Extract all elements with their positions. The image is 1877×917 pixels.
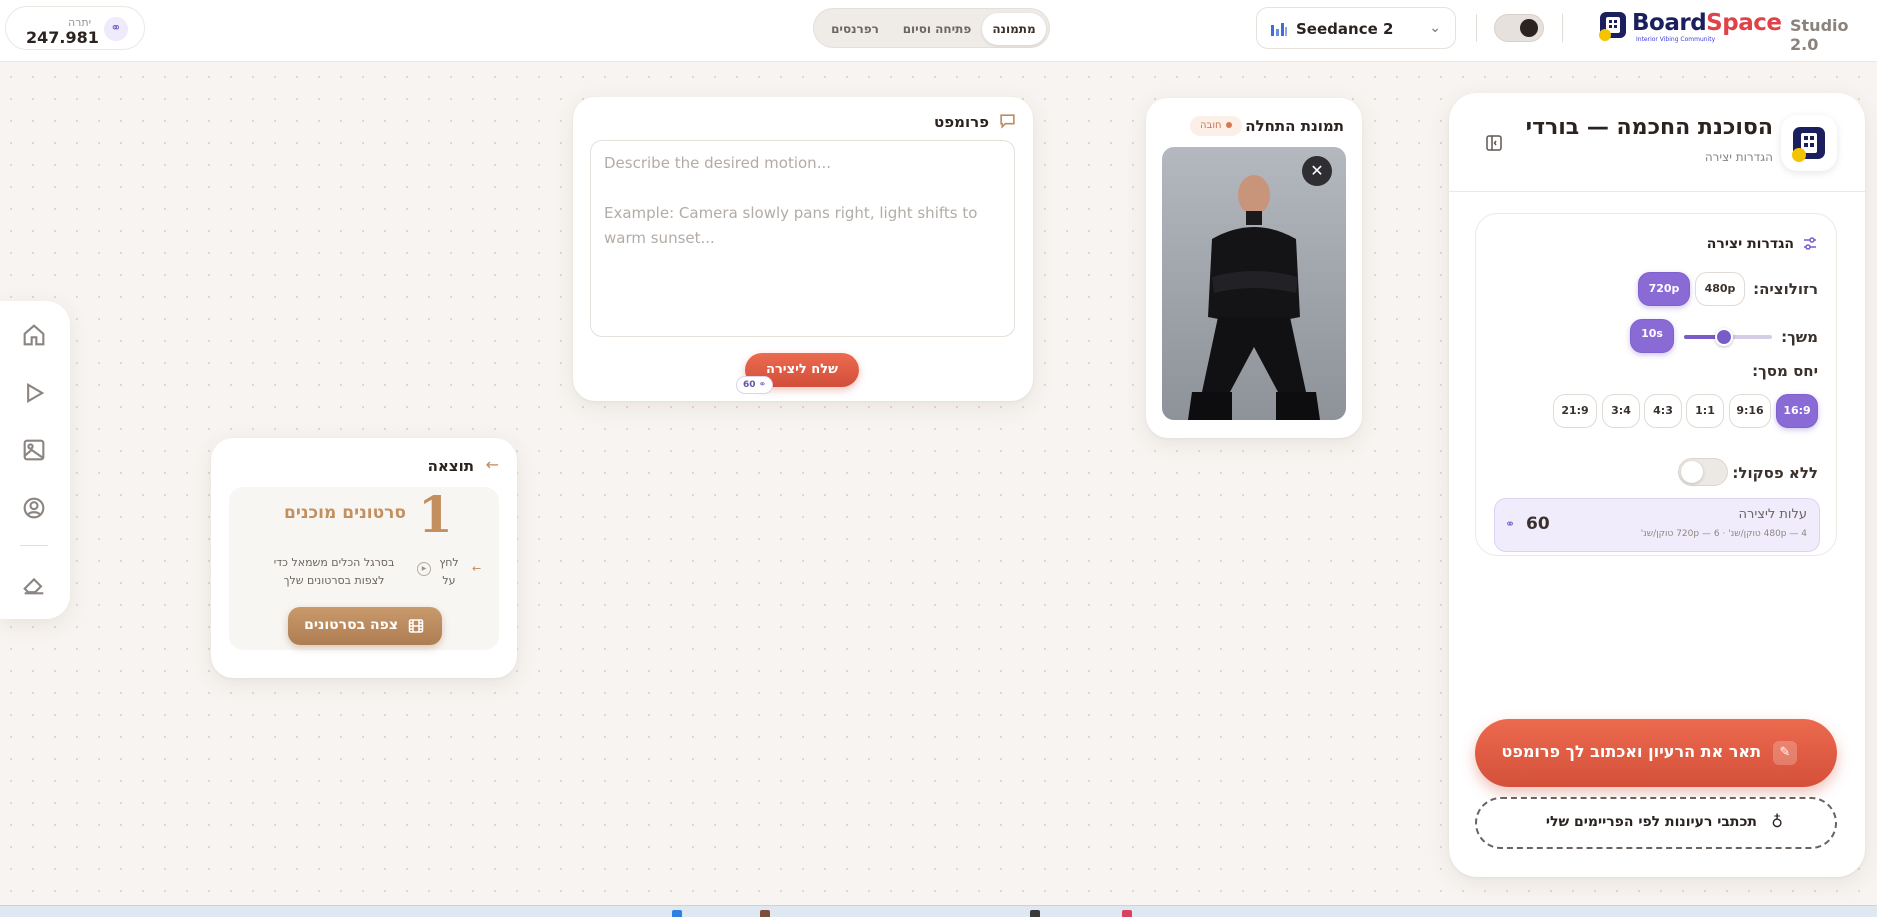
arrow-left-icon: ← (485, 455, 499, 474)
slider-handle[interactable] (1715, 328, 1733, 346)
image-icon[interactable] (20, 436, 48, 464)
duration-slider[interactable] (1684, 328, 1772, 346)
coins-icon: ⚭ (1505, 517, 1516, 531)
divider (1562, 14, 1563, 42)
home-icon[interactable] (20, 321, 48, 349)
aspect-option-21-9[interactable]: 21:9 (1553, 394, 1597, 428)
play-icon[interactable] (20, 379, 48, 407)
aspect-option-1-1[interactable]: 1:1 (1686, 394, 1724, 428)
send-cost-value: 60 (743, 380, 756, 390)
divider (1476, 14, 1477, 42)
pencil-icon: ✎ (1773, 741, 1797, 765)
prompt-card: פרומפט שלח ליצירה 60 ⚭ (573, 97, 1033, 401)
result-hint-toolbar: בסרגל הכלים משמאל כדי לצפות בסרטונים שלך (273, 556, 395, 587)
coins-icon: ⚭ (758, 380, 767, 390)
eraser-icon[interactable] (20, 570, 48, 598)
taskbar-app-icon[interactable] (1030, 910, 1040, 917)
send-cost-badge: 60 ⚭ (736, 376, 774, 394)
tool-rail (0, 301, 70, 619)
taskbar-app-icon[interactable] (760, 910, 770, 917)
result-hint-click: לחץ על (439, 556, 459, 587)
start-frame-title: תמונת התחלה (1245, 117, 1344, 135)
required-label: חובה (1200, 120, 1222, 131)
tab-from-image[interactable]: מתמונה (982, 13, 1046, 45)
ideas-from-frames-button[interactable]: תכתבי רעיונות לפי הפריימים שלי ♁ (1475, 797, 1837, 849)
remove-image-button[interactable]: ✕ (1302, 156, 1332, 186)
taskbar-app-icon[interactable] (672, 910, 682, 917)
model-select[interactable]: Seedance 2 ⌄ (1256, 7, 1456, 49)
generation-settings: הגדרות יצירה רזולוציה: 720p 480p משך: 10… (1475, 213, 1837, 556)
resolution-option-720p[interactable]: 720p (1638, 272, 1690, 306)
aspect-option-3-4[interactable]: 3:4 (1602, 394, 1640, 428)
user-icon[interactable] (20, 494, 48, 522)
rail-divider (20, 545, 48, 546)
boardspace-logo-icon (1792, 127, 1825, 162)
cost-label: עלות ליצירה (1738, 507, 1808, 522)
film-icon (408, 619, 424, 633)
required-badge: חובה (1190, 116, 1242, 136)
credits-value: 247.981 (26, 28, 99, 47)
watch-videos-button[interactable]: צפה בסרטונים (288, 607, 442, 645)
result-summary: 1 סרטונים מוכנים ← לחץ על ▶ בסרגל הכלים … (229, 485, 499, 650)
chevron-down-icon: ⌄ (1429, 20, 1441, 36)
ideas-from-frames-label: תכתבי רעיונות לפי הפריימים שלי (1545, 814, 1757, 830)
prompt-input[interactable] (590, 140, 1015, 337)
mode-tabs: מתמונה פתיחה וסיום רפרנסים (813, 8, 1050, 48)
dot-icon (1225, 122, 1232, 128)
toggle-knob (1520, 19, 1538, 37)
result-count: 1 (418, 485, 453, 544)
result-card: תוצאה ← 1 סרטונים מוכנים ← לחץ על ▶ בסרג… (211, 438, 517, 678)
sliders-icon (1804, 237, 1816, 250)
agent-title: הסוכנת החכמה — בורדי (1525, 115, 1773, 140)
no-cut-label: ללא פסקול: (1732, 464, 1818, 482)
tab-start-end[interactable]: פתיחה וסיום (892, 13, 982, 45)
coins-icon: ⚭ (104, 17, 128, 41)
prompt-title: פרומפט (934, 113, 989, 131)
sidebar-collapse-icon[interactable] (1485, 134, 1503, 152)
describe-idea-button[interactable]: תאר את הרעיון ואכתוב לך פרומפט ✎ (1475, 719, 1837, 787)
studio-version: Studio 2.0 (1790, 16, 1849, 54)
no-cut-toggle[interactable] (1678, 458, 1728, 486)
start-frame-card: תמונת התחלה חובה ✕ (1146, 98, 1362, 438)
bars-icon (1271, 23, 1287, 36)
brand-tagline: Interior Vibing Community (1636, 36, 1716, 43)
resolution-label: רזולוציה: (1753, 280, 1818, 298)
cost-note: 4 — 480p טוקן/שנ' · 6 — 720p טוקן/שנ' (1640, 529, 1807, 539)
top-bar: יתרה 247.981 ⚭ מתמונה פתיחה וסיום רפרנסי… (0, 0, 1877, 62)
result-title: תוצאה (427, 457, 474, 475)
message-icon (1000, 114, 1015, 129)
agent-panel: הסוכנת החכמה — בורדי הגדרות יצירה הגדרות… (1449, 93, 1865, 877)
taskbar-app-icon[interactable] (1122, 910, 1132, 917)
resolution-option-480p[interactable]: 480p (1695, 272, 1745, 306)
person-photo-illustration (1188, 175, 1320, 420)
start-frame-image[interactable] (1162, 147, 1346, 420)
agent-subtitle: הגדרות יצירה (1704, 150, 1773, 164)
arrow-left-icon: ← (472, 562, 482, 575)
aspect-option-9-16[interactable]: 9:16 (1729, 394, 1771, 428)
duration-value: 10s (1630, 319, 1674, 353)
panel-divider (1449, 191, 1865, 192)
boardspace-logo-icon (1599, 12, 1626, 41)
watch-videos-label: צפה בסרטונים (304, 617, 398, 633)
lightbulb-icon: ♁ (1771, 812, 1783, 831)
os-taskbar (0, 905, 1877, 917)
model-name: Seedance 2 (1296, 20, 1394, 38)
tab-references[interactable]: רפרנסים (820, 13, 890, 45)
settings-title: הגדרות יצירה (1706, 236, 1794, 252)
toggle-knob (1681, 461, 1703, 483)
credits-balance[interactable]: יתרה 247.981 ⚭ (5, 6, 145, 50)
generation-cost: עלות ליצירה 4 — 480p טוקן/שנ' · 6 — 720p… (1494, 498, 1820, 552)
duration-label: משך: (1781, 328, 1818, 346)
play-icon: ▶ (417, 562, 431, 576)
theme-toggle[interactable] (1494, 14, 1544, 42)
result-count-label: סרטונים מוכנים (284, 503, 406, 523)
agent-avatar (1781, 115, 1837, 171)
aspect-label: יחס מסך: (1752, 362, 1818, 380)
brand-name: BoardSpace (1632, 10, 1782, 36)
aspect-option-4-3[interactable]: 4:3 (1644, 394, 1682, 428)
describe-idea-label: תאר את הרעיון ואכתוב לך פרומפט (1501, 742, 1761, 761)
aspect-option-16-9[interactable]: 16:9 (1776, 394, 1818, 428)
cost-value: 60 (1526, 514, 1550, 534)
